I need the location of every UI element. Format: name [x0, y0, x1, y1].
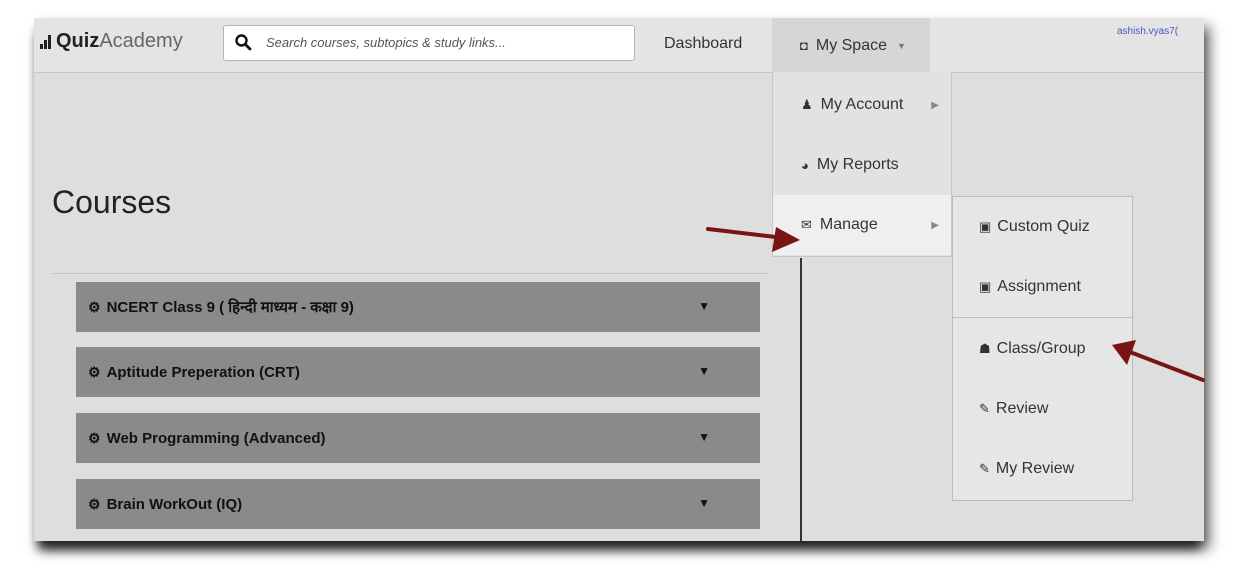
- arrow-to-manage: [706, 227, 800, 252]
- arrow-to-class-group: [1112, 340, 1205, 382]
- annotation-arrows: [706, 227, 1205, 382]
